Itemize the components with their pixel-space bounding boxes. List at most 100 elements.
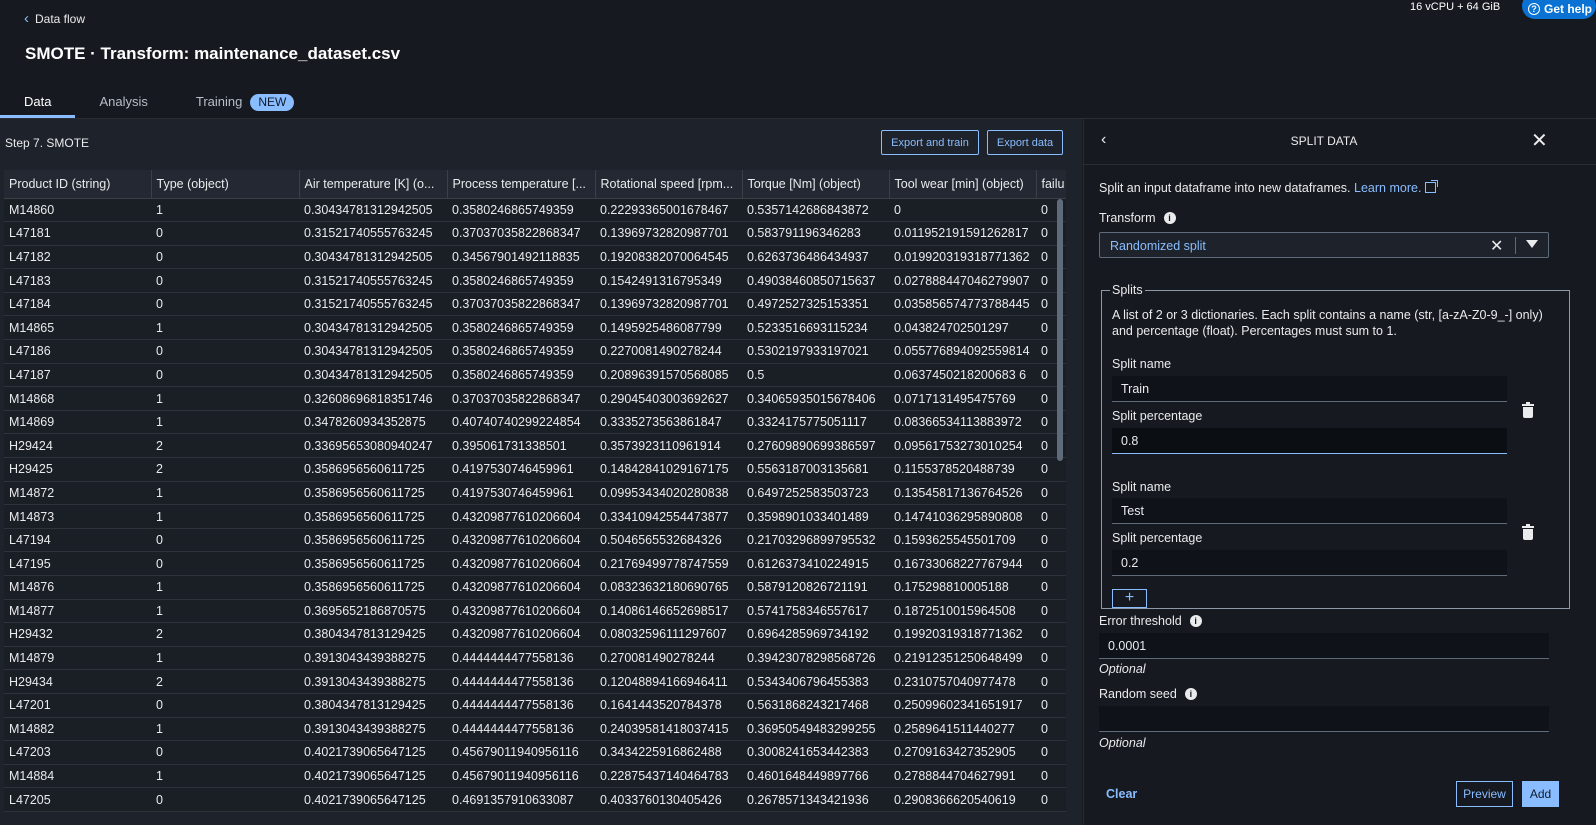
table-cell: L47181 (4, 221, 151, 246)
table-cell: 0.4444444477558136 (447, 646, 595, 671)
column-header[interactable]: Type (object) (151, 170, 300, 199)
table-cell: 0.270081490278244 (595, 646, 742, 671)
step-title: Step 7. SMOTE (5, 136, 90, 150)
table-cell: 0.2589641511440277 (889, 717, 1036, 742)
table-cell: 1 (151, 410, 299, 435)
table-cell: 0.20896391570568085 (595, 363, 742, 388)
column-header[interactable]: failu (1036, 170, 1066, 199)
split-name-input[interactable]: Test (1112, 498, 1507, 524)
table-cell: 0.25099602341651917 (889, 693, 1036, 718)
table-cell: 0 (1036, 622, 1066, 647)
add-split-button[interactable]: + (1112, 589, 1147, 608)
table-cell: 2 (151, 433, 299, 459)
table-cell: 0.5343406796455383 (742, 669, 889, 694)
export-data-button[interactable]: Export data (987, 130, 1063, 155)
table-cell: 0.4033760130405426 (595, 787, 742, 812)
split-name-input[interactable]: Train (1112, 376, 1507, 402)
transform-select[interactable]: Randomized split ✕ (1099, 232, 1549, 258)
table-cell: H29434 (4, 669, 151, 694)
table-row: L47201 0 0.3804347813129425 0.4444444477558… (4, 693, 1066, 718)
table-cell: 0.43209877610206604 (447, 575, 595, 600)
table-cell: 0.4021739065647125 (299, 740, 447, 765)
table-cell: 0.12048894166946411 (595, 669, 742, 694)
info-icon[interactable]: i (1163, 212, 1176, 224)
table-cell: 0.33695653080940247 (299, 433, 447, 459)
top-bar: ‹ Data flow SMOTE · Transform: maintenan… (0, 0, 1596, 120)
column-header[interactable]: Air temperature [K] (o... (299, 170, 448, 199)
table-cell: L47203 (4, 740, 151, 765)
table-cell: 1 (151, 717, 299, 742)
column-header[interactable]: Tool wear [min] (object) (889, 170, 1037, 199)
table-cell: 0.45679011940956116 (447, 764, 595, 789)
tab-training[interactable]: Training NEW (172, 86, 318, 118)
table-cell: M14872 (4, 481, 151, 506)
table-cell: 0.37037035822868347 (447, 386, 595, 411)
table-cell: 1 (151, 198, 299, 223)
table-cell: 0.011952191591262817 (889, 221, 1036, 246)
table-row: M14877 1 0.3695652186870575 0.4320987761020… (4, 599, 1066, 624)
transform-select-value: Randomized split (1110, 239, 1206, 253)
table-cell: 0.21769499778747559 (595, 551, 742, 576)
table-cell: 0 (1036, 787, 1066, 812)
trash-icon[interactable] (1522, 524, 1534, 540)
table-scrollbar[interactable] (1057, 199, 1063, 461)
clear-button[interactable]: Clear (1106, 787, 1137, 801)
panel-header: ‹ SPLIT DATA ✕ (1084, 119, 1596, 165)
column-header[interactable]: Torque [Nm] (object) (742, 170, 890, 199)
split-percentage-input[interactable]: 0.2 (1112, 550, 1507, 576)
preview-button[interactable]: Preview (1456, 781, 1513, 807)
column-header[interactable]: Rotational speed [rpm... (595, 170, 743, 199)
table-cell: 0.27609890699386597 (742, 433, 889, 459)
table-cell: 0 (151, 339, 299, 364)
table-cell: 0.3580246865749359 (447, 268, 595, 293)
table-cell: 0.32608696818351746 (299, 386, 447, 411)
close-icon[interactable]: ✕ (1531, 128, 1548, 153)
tab-data[interactable]: Data (0, 86, 76, 118)
table-cell: 0.29045403003692627 (595, 386, 742, 411)
table-row: H29424 2 0.33695653080940247 0.395061731338… (4, 433, 1066, 459)
table-cell: 0.3586956560611725 (299, 504, 447, 529)
add-button[interactable]: Add (1522, 781, 1559, 807)
table-cell: 0.5357142686843872 (742, 198, 889, 223)
chevron-down-icon[interactable] (1526, 240, 1538, 248)
table-row: M14879 1 0.3913043439388275 0.4444444477558… (4, 646, 1066, 671)
table-cell: 0 (1036, 599, 1066, 624)
table-cell: 0.6126373410224915 (742, 551, 889, 576)
table-row: H29432 2 0.3804347813129425 0.4320987761020… (4, 622, 1066, 647)
tab-analysis[interactable]: Analysis (75, 86, 171, 118)
table-cell: 0.43209877610206604 (447, 528, 595, 553)
split-percentage-input[interactable]: 0.8 (1112, 428, 1507, 454)
table-cell: 0 (1036, 457, 1066, 482)
help-icon: ? (1528, 3, 1540, 15)
table-cell: 0.043824702501297 (889, 315, 1036, 341)
table-cell: 0 (889, 198, 1036, 223)
error-threshold-label: Error threshold (1099, 614, 1182, 628)
tab-analysis-label: Analysis (99, 94, 148, 109)
random-seed-input[interactable] (1099, 706, 1549, 732)
info-icon[interactable]: i (1184, 688, 1197, 700)
export-and-train-button[interactable]: Export and train (881, 130, 979, 155)
column-header[interactable]: Product ID (string) (4, 170, 152, 199)
info-icon[interactable]: i (1189, 615, 1202, 627)
trash-icon[interactable] (1522, 402, 1534, 418)
table-cell: M14877 (4, 599, 151, 624)
table-row: L47205 0 0.4021739065647125 0.4691357910633… (4, 787, 1066, 812)
error-threshold-input[interactable]: 0.0001 (1099, 633, 1549, 659)
get-help-button[interactable]: ? Get help (1522, 0, 1596, 19)
table-cell: 0.5879120826721191 (742, 575, 889, 600)
split-name-label: Split name (1112, 357, 1172, 371)
table-cell: 0.08366534113883972 (889, 410, 1036, 435)
table-row: H29425 2 0.3586956560611725 0.4197530746459… (4, 457, 1066, 482)
learn-more-link[interactable]: Learn more. (1354, 181, 1421, 195)
table-cell: 0.08323632180690765 (595, 575, 742, 600)
table-cell: 0.3580246865749359 (447, 363, 595, 388)
table-cell: 0.09953434020280838 (595, 481, 742, 506)
clear-selection-icon[interactable]: ✕ (1490, 236, 1503, 256)
table-cell: 0.2270081490278244 (595, 339, 742, 364)
table-cell: 1 (151, 481, 299, 506)
table-cell: 0.175298810005188 (889, 575, 1036, 600)
column-header[interactable]: Process temperature [... (447, 170, 596, 199)
table-cell: 0.40740740299224854 (447, 410, 595, 435)
table-cell: 0.2709163427352905 (889, 740, 1036, 765)
back-to-data-flow-link[interactable]: ‹ Data flow (24, 11, 85, 26)
